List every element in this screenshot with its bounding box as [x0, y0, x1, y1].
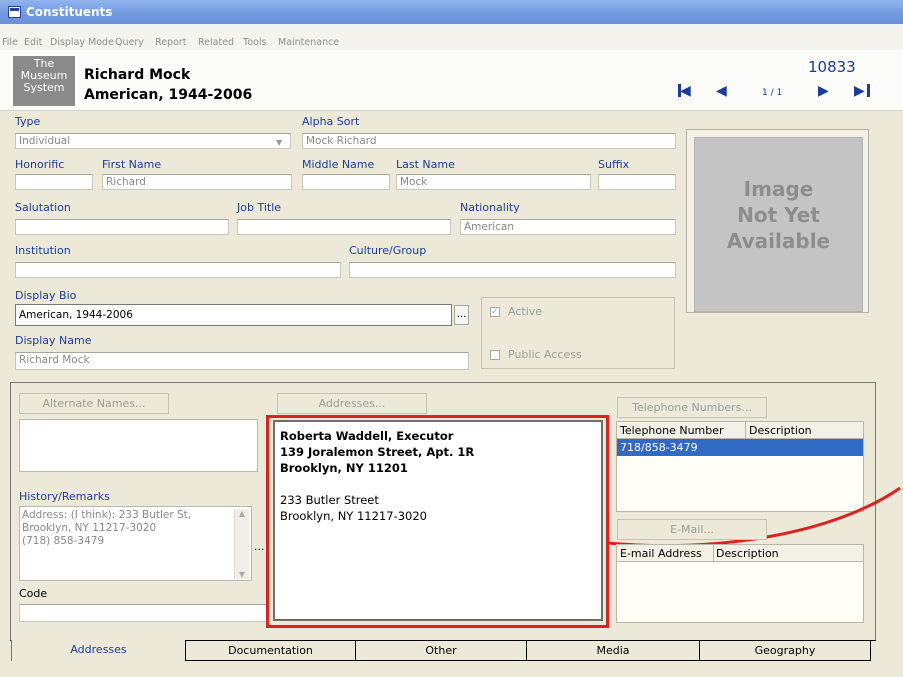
- suffix-field[interactable]: [598, 174, 676, 190]
- public-access-label: Public Access: [508, 348, 582, 361]
- public-access-checkbox[interactable]: [490, 350, 500, 360]
- tab-media[interactable]: Media: [526, 640, 700, 661]
- middle-name-field[interactable]: [302, 174, 390, 190]
- institution-field[interactable]: [15, 262, 341, 278]
- salutation-label: Salutation: [15, 201, 71, 214]
- type-label: Type: [15, 115, 41, 128]
- last-record-button[interactable]: ▶: [854, 83, 865, 99]
- email-col-address[interactable]: E-mail Address: [620, 547, 702, 560]
- active-label: Active: [508, 305, 543, 318]
- job-title-label: Job Title: [237, 201, 282, 214]
- culture-group-label: Culture/Group: [349, 244, 427, 257]
- type-dropdown-arrow-icon[interactable]: ▼: [276, 138, 282, 147]
- tab-addresses[interactable]: Addresses: [11, 640, 186, 661]
- menu-edit[interactable]: Edit: [24, 37, 42, 48]
- email-col-description[interactable]: Description: [716, 547, 779, 560]
- first-name-label: First Name: [102, 158, 162, 171]
- alternate-names-list[interactable]: [19, 419, 258, 472]
- menu-bar: File Edit Display Mode Query Report Rela…: [0, 24, 903, 50]
- constituent-bio: American, 1944-2006: [84, 87, 253, 103]
- menu-query[interactable]: Query: [115, 37, 144, 48]
- scroll-down-icon[interactable]: ▼: [235, 570, 249, 579]
- job-title-field[interactable]: [237, 219, 451, 235]
- active-checkbox[interactable]: ✓: [490, 307, 500, 317]
- telephone-numbers-button[interactable]: Telephone Numbers...: [617, 397, 767, 418]
- first-name-field[interactable]: Richard: [102, 174, 292, 190]
- tab-geography[interactable]: Geography: [699, 640, 871, 661]
- last-name-field[interactable]: Mock: [396, 174, 591, 190]
- alternate-names-button[interactable]: Alternate Names...: [19, 393, 169, 414]
- alpha-sort-label: Alpha Sort: [302, 115, 360, 128]
- history-remarks-label: History/Remarks: [19, 490, 110, 503]
- history-ellipsis-button[interactable]: ...: [254, 540, 265, 553]
- display-bio-label: Display Bio: [15, 289, 77, 302]
- honorific-field[interactable]: [15, 174, 93, 190]
- menu-report[interactable]: Report: [155, 37, 187, 48]
- scroll-up-icon[interactable]: ▲: [235, 509, 249, 518]
- suffix-label: Suffix: [598, 158, 630, 171]
- display-bio-field[interactable]: American, 1944-2006: [15, 304, 452, 326]
- history-scrollbar[interactable]: ▲ ▼: [234, 509, 249, 579]
- first-record-bar: [678, 84, 681, 97]
- honorific-label: Honorific: [15, 158, 65, 171]
- window-title: Constituents: [26, 5, 113, 19]
- history-remarks-field[interactable]: Address: (I think): 233 Butler St, Brook…: [19, 506, 252, 581]
- image-placeholder: Image Not Yet Available: [694, 137, 863, 312]
- menu-tools[interactable]: Tools: [243, 37, 266, 48]
- culture-group-field[interactable]: [349, 262, 676, 278]
- address-text-box[interactable]: Roberta Waddell, Executor 139 Joralemon …: [273, 420, 603, 621]
- prev-record-button[interactable]: ◀: [716, 83, 727, 99]
- middle-name-label: Middle Name: [302, 158, 375, 171]
- next-record-button[interactable]: ▶: [818, 83, 829, 99]
- code-field[interactable]: [19, 604, 268, 622]
- type-select[interactable]: Individual: [15, 133, 291, 149]
- nationality-field[interactable]: American: [460, 219, 676, 235]
- record-position: 1 / 1: [762, 88, 783, 98]
- telephone-grid-header: Telephone Number Description: [617, 422, 863, 439]
- title-bar: Constituents: [0, 0, 903, 24]
- display-name-label: Display Name: [15, 334, 92, 347]
- museum-system-logo: The Museum System: [13, 56, 75, 106]
- window-icon: [8, 6, 21, 18]
- alpha-sort-field[interactable]: Mock Richard: [302, 133, 676, 149]
- addresses-button[interactable]: Addresses...: [277, 393, 427, 414]
- tab-documentation[interactable]: Documentation: [185, 640, 356, 661]
- display-name-field[interactable]: Richard Mock: [15, 352, 469, 370]
- last-record-bar: [867, 84, 870, 97]
- constituent-id: 10833: [808, 58, 856, 76]
- menu-file[interactable]: File: [2, 37, 18, 48]
- email-grid-header: E-mail Address Description: [617, 545, 863, 562]
- last-name-label: Last Name: [396, 158, 455, 171]
- first-record-button[interactable]: ◀​: [680, 83, 691, 99]
- menu-maintenance[interactable]: Maintenance: [278, 37, 339, 48]
- nationality-label: Nationality: [460, 201, 520, 214]
- constituent-name: Richard Mock: [84, 67, 191, 83]
- telephone-col-number[interactable]: Telephone Number: [620, 424, 724, 437]
- telephone-col-description[interactable]: Description: [749, 424, 812, 437]
- code-label: Code: [19, 587, 48, 600]
- menu-display-mode[interactable]: Display Mode: [50, 37, 114, 48]
- institution-label: Institution: [15, 244, 71, 257]
- tab-other[interactable]: Other: [355, 640, 527, 661]
- email-button[interactable]: E-Mail...: [617, 519, 767, 540]
- display-bio-ellipsis-button[interactable]: ...: [454, 305, 469, 325]
- telephone-row[interactable]: 718/858-3479: [617, 439, 863, 456]
- email-grid[interactable]: E-mail Address Description: [616, 544, 864, 623]
- salutation-field[interactable]: [15, 219, 229, 235]
- menu-related[interactable]: Related: [198, 37, 234, 48]
